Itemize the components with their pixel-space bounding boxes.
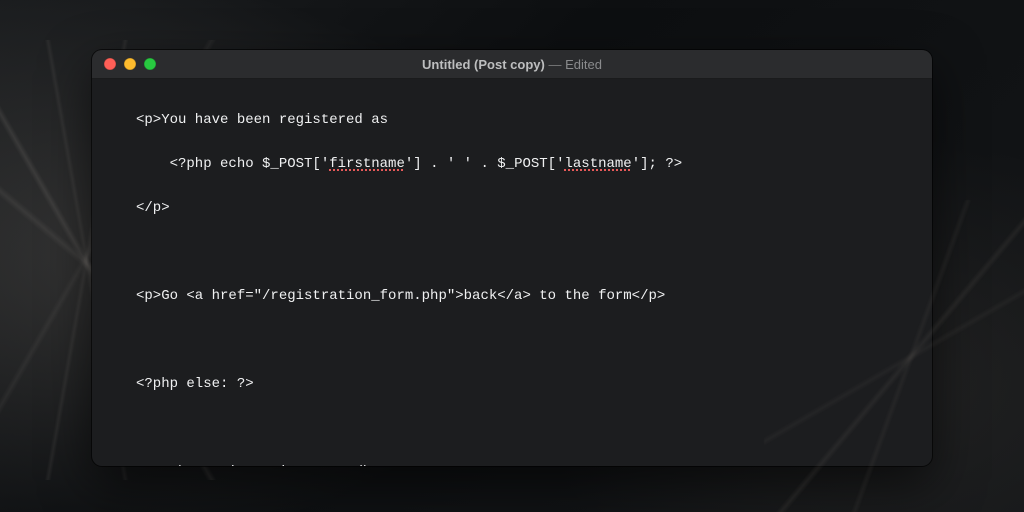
window-controls	[92, 58, 156, 70]
document-name: Untitled (Post copy)	[422, 57, 545, 72]
zoom-icon[interactable]	[144, 58, 156, 70]
spellcheck-underline: lastname	[565, 156, 632, 172]
code-line: <p>You have been registered as	[136, 109, 932, 131]
spellcheck-underline: firstname	[329, 156, 405, 172]
code-line: <?php else: ?>	[136, 373, 932, 395]
minimize-icon[interactable]	[124, 58, 136, 70]
title-separator: —	[545, 57, 565, 72]
titlebar[interactable]: Untitled (Post copy) — Edited	[92, 50, 932, 79]
code-line	[136, 241, 932, 263]
window-title: Untitled (Post copy) — Edited	[92, 57, 932, 72]
code-line: <p>Go <a href="/registration_form.php">b…	[136, 285, 932, 307]
code-editor[interactable]: <p>You have been registered as <?php ech…	[92, 79, 932, 466]
code-line: <?php echo $_POST['firstname'] . ' ' . $…	[136, 153, 932, 175]
close-icon[interactable]	[104, 58, 116, 70]
editor-window: Untitled (Post copy) — Edited <p>You hav…	[92, 50, 932, 466]
code-line	[136, 329, 932, 351]
document-status: Edited	[565, 57, 602, 72]
code-line	[136, 417, 932, 439]
desktop-background: Untitled (Post copy) — Edited <p>You hav…	[0, 0, 1024, 512]
code-line: </p>	[136, 197, 932, 219]
code-line: <h2>Registration Form</h2>	[136, 461, 932, 466]
